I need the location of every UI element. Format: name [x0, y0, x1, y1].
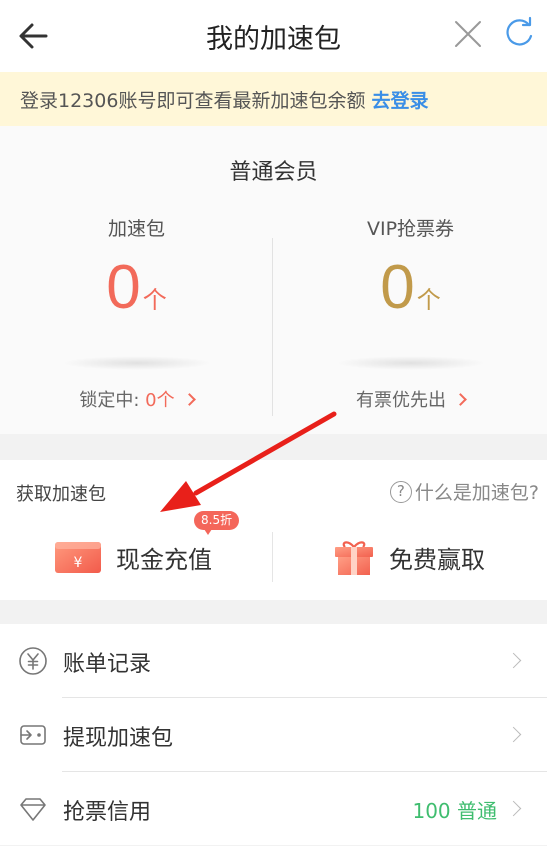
priority-link[interactable]: 有票优先出: [274, 386, 547, 412]
speed-package-label: 加速包: [107, 218, 165, 240]
speed-package-column: 加速包 0个 锁定中: 0个: [0, 210, 273, 420]
chevron-right-icon: [505, 726, 522, 743]
vip-ticket-number: 0: [380, 253, 415, 322]
vip-ticket-column: VIP抢票券 0个 有票优先出: [274, 210, 547, 420]
login-link[interactable]: 去登录: [371, 90, 428, 112]
list-item-credit[interactable]: 抢票信用 100 普通: [0, 772, 547, 846]
header-bar: 我的加速包: [0, 0, 547, 72]
credit-score: 100 普通: [412, 799, 497, 823]
member-level-title: 普通会员: [229, 160, 318, 185]
vip-ticket-count: 0个: [274, 252, 547, 323]
list-item-label: 抢票信用: [63, 800, 152, 825]
wallet-icon: ¥: [55, 542, 101, 573]
chevron-right-icon: [454, 393, 467, 406]
member-card: 普通会员 加速包 0个 锁定中: 0个 VIP抢票券 0个 有票优先出: [0, 126, 547, 434]
close-icon[interactable]: [452, 18, 484, 50]
list-item-label: 账单记录: [63, 652, 152, 677]
refresh-icon[interactable]: [502, 16, 536, 50]
gift-icon: [335, 541, 373, 575]
locked-label: 锁定中:: [79, 390, 146, 411]
what-is-package-label: 什么是加速包?: [414, 482, 539, 504]
yen-circle-icon: [19, 647, 47, 675]
login-banner: 登录12306账号即可查看最新加速包余额 去登录: [0, 72, 547, 126]
free-win-label: 免费赢取: [389, 545, 485, 574]
free-win-button[interactable]: 免费赢取: [333, 532, 485, 582]
speed-package-number: 0: [106, 253, 141, 322]
vip-ticket-unit: 个: [416, 286, 441, 314]
locked-link[interactable]: 锁定中: 0个: [0, 386, 273, 412]
get-package-title: 获取加速包: [16, 484, 106, 505]
discount-badge: 8.5折: [194, 511, 240, 535]
diamond-icon: [20, 798, 46, 821]
option-divider: [272, 532, 273, 582]
column-divider: [272, 238, 273, 416]
login-banner-text: 登录12306账号即可查看最新加速包余额 去登录: [20, 86, 428, 113]
count-shadow: [336, 356, 486, 370]
count-shadow: [62, 356, 212, 370]
cash-recharge-button[interactable]: ¥ 现金充值: [54, 532, 212, 582]
chevron-right-icon: [505, 652, 522, 669]
list-item-bill-records[interactable]: 账单记录: [0, 624, 547, 698]
list-item-withdraw[interactable]: 提现加速包: [0, 698, 547, 772]
locked-value: 0个: [145, 390, 175, 411]
chevron-right-icon: [505, 800, 522, 817]
menu-list: 账单记录 提现加速包 抢票信用 100 普通: [0, 624, 547, 845]
chevron-right-icon: [182, 393, 196, 406]
get-package-section: 获取加速包 ? 什么是加速包? ¥ 现金充值 8.5折 免费赢取: [0, 460, 547, 600]
speed-package-count: 0个: [0, 252, 273, 323]
speed-package-unit: 个: [142, 286, 167, 314]
login-hint: 登录12306账号即可查看最新加速包余额: [20, 90, 366, 112]
question-icon: ?: [389, 480, 412, 503]
priority-label: 有票优先出: [356, 390, 446, 411]
what-is-package-link[interactable]: ? 什么是加速包?: [389, 478, 539, 505]
withdraw-icon: [20, 725, 46, 745]
cash-recharge-label: 现金充值: [116, 545, 212, 574]
list-item-label: 提现加速包: [63, 726, 174, 751]
vip-ticket-label: VIP抢票券: [366, 218, 455, 240]
svg-text:¥: ¥: [74, 555, 83, 571]
